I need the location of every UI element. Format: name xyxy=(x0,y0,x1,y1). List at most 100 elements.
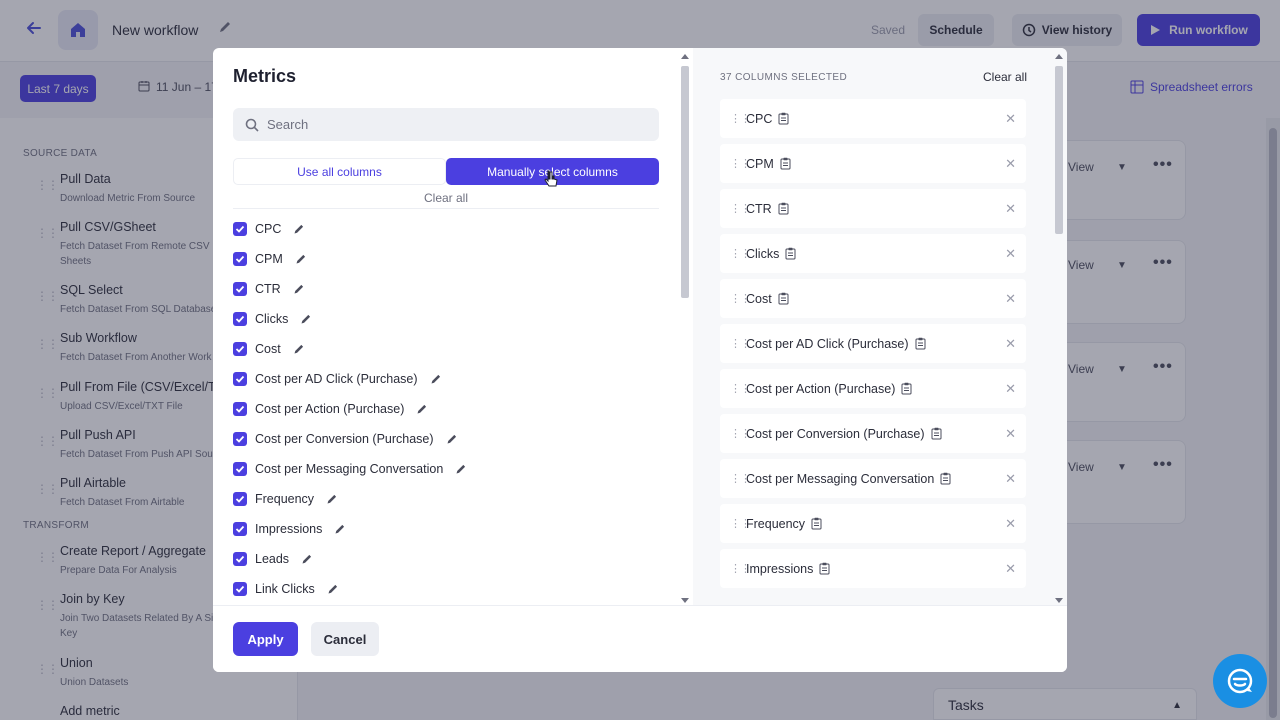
metric-row[interactable]: CPM xyxy=(233,244,663,274)
clipboard-icon[interactable] xyxy=(819,562,830,575)
metric-label: Leads xyxy=(255,552,290,566)
scrollbar-thumb[interactable] xyxy=(1055,66,1063,234)
drag-handle-icon[interactable]: ⋮⋮ xyxy=(720,382,751,395)
clipboard-icon[interactable] xyxy=(915,337,926,350)
metric-row[interactable]: Frequency xyxy=(233,484,663,514)
metrics-list-scrollbar[interactable] xyxy=(679,52,691,605)
remove-icon[interactable]: ✕ xyxy=(1005,381,1016,397)
drag-handle-icon[interactable]: ⋮⋮ xyxy=(720,247,751,260)
pencil-icon[interactable] xyxy=(327,583,339,595)
scroll-down-arrow-icon[interactable] xyxy=(681,598,689,603)
pencil-icon[interactable] xyxy=(326,493,338,505)
pencil-icon[interactable] xyxy=(455,463,467,475)
selected-list-scrollbar[interactable] xyxy=(1053,52,1065,605)
metric-row[interactable]: Cost per AD Click (Purchase) xyxy=(233,364,663,394)
clipboard-icon[interactable] xyxy=(811,517,822,530)
metric-row[interactable]: Leads xyxy=(233,544,663,574)
checkbox-checked[interactable] xyxy=(233,582,247,596)
drag-handle-icon[interactable]: ⋮⋮ xyxy=(720,112,751,125)
remove-icon[interactable]: ✕ xyxy=(1005,336,1016,352)
clipboard-icon[interactable] xyxy=(785,247,796,260)
pencil-icon[interactable] xyxy=(446,433,458,445)
clipboard-icon[interactable] xyxy=(931,427,942,440)
clipboard-icon[interactable] xyxy=(901,382,912,395)
pencil-icon[interactable] xyxy=(430,373,442,385)
metric-row[interactable]: CPC xyxy=(233,214,663,244)
pencil-icon[interactable] xyxy=(334,523,346,535)
chat-support-button[interactable] xyxy=(1213,654,1267,708)
remove-icon[interactable]: ✕ xyxy=(1005,246,1016,262)
checkbox-checked[interactable] xyxy=(233,552,247,566)
remove-icon[interactable]: ✕ xyxy=(1005,561,1016,577)
remove-icon[interactable]: ✕ xyxy=(1005,156,1016,172)
pencil-icon[interactable] xyxy=(293,343,305,355)
selected-column-item[interactable]: ⋮⋮ CTR ✕ xyxy=(720,189,1026,228)
remove-icon[interactable]: ✕ xyxy=(1005,291,1016,307)
remove-icon[interactable]: ✕ xyxy=(1005,111,1016,127)
clipboard-icon[interactable] xyxy=(780,157,791,170)
cancel-button[interactable]: Cancel xyxy=(311,622,379,656)
checkbox-checked[interactable] xyxy=(233,492,247,506)
checkbox-checked[interactable] xyxy=(233,402,247,416)
drag-handle-icon[interactable]: ⋮⋮ xyxy=(720,472,751,485)
drag-handle-icon[interactable]: ⋮⋮ xyxy=(720,427,751,440)
remove-icon[interactable]: ✕ xyxy=(1005,201,1016,217)
checkbox-checked[interactable] xyxy=(233,342,247,356)
checkbox-checked[interactable] xyxy=(233,282,247,296)
metric-row[interactable]: Cost per Conversion (Purchase) xyxy=(233,424,663,454)
pencil-icon[interactable] xyxy=(293,223,305,235)
pencil-icon[interactable] xyxy=(301,553,313,565)
metric-row[interactable]: Cost per Action (Purchase) xyxy=(233,394,663,424)
drag-handle-icon[interactable]: ⋮⋮ xyxy=(720,562,751,575)
checkbox-checked[interactable] xyxy=(233,522,247,536)
search-input[interactable] xyxy=(267,117,637,132)
checkbox-checked[interactable] xyxy=(233,222,247,236)
checkbox-checked[interactable] xyxy=(233,312,247,326)
selected-column-item[interactable]: ⋮⋮ Impressions ✕ xyxy=(720,549,1026,588)
pencil-icon[interactable] xyxy=(416,403,428,415)
checkbox-checked[interactable] xyxy=(233,462,247,476)
drag-handle-icon[interactable]: ⋮⋮ xyxy=(720,337,751,350)
clipboard-icon[interactable] xyxy=(940,472,951,485)
remove-icon[interactable]: ✕ xyxy=(1005,426,1016,442)
selected-column-item[interactable]: ⋮⋮ Clicks ✕ xyxy=(720,234,1026,273)
metric-row[interactable]: Clicks xyxy=(233,304,663,334)
metric-row[interactable]: Link Clicks xyxy=(233,574,663,604)
metric-row[interactable]: Cost per Messaging Conversation xyxy=(233,454,663,484)
scrollbar-thumb[interactable] xyxy=(681,66,689,298)
selected-column-item[interactable]: ⋮⋮ Cost per Action (Purchase) ✕ xyxy=(720,369,1026,408)
pencil-icon[interactable] xyxy=(300,313,312,325)
checkbox-checked[interactable] xyxy=(233,432,247,446)
clear-all-selected-button[interactable]: Clear all xyxy=(983,70,1027,84)
clipboard-icon[interactable] xyxy=(778,112,789,125)
clipboard-icon[interactable] xyxy=(778,292,789,305)
pencil-icon[interactable] xyxy=(293,283,305,295)
metric-row[interactable]: Impressions xyxy=(233,514,663,544)
apply-button[interactable]: Apply xyxy=(233,622,298,656)
selected-column-item[interactable]: ⋮⋮ Cost per Messaging Conversation ✕ xyxy=(720,459,1026,498)
drag-handle-icon[interactable]: ⋮⋮ xyxy=(720,517,751,530)
search-field[interactable] xyxy=(233,108,659,141)
drag-handle-icon[interactable]: ⋮⋮ xyxy=(720,157,751,170)
scroll-down-arrow-icon[interactable] xyxy=(1055,598,1063,603)
selected-column-item[interactable]: ⋮⋮ Cost per Conversion (Purchase) ✕ xyxy=(720,414,1026,453)
selected-column-item[interactable]: ⋮⋮ CPC ✕ xyxy=(720,99,1026,138)
remove-icon[interactable]: ✕ xyxy=(1005,516,1016,532)
checkbox-checked[interactable] xyxy=(233,252,247,266)
scroll-up-arrow-icon[interactable] xyxy=(681,54,689,59)
selected-column-item[interactable]: ⋮⋮ Cost per AD Click (Purchase) ✕ xyxy=(720,324,1026,363)
metric-row[interactable]: Cost xyxy=(233,334,663,364)
remove-icon[interactable]: ✕ xyxy=(1005,471,1016,487)
clipboard-icon[interactable] xyxy=(778,202,789,215)
selected-column-item[interactable]: ⋮⋮ Cost ✕ xyxy=(720,279,1026,318)
selected-column-item[interactable]: ⋮⋮ CPM ✕ xyxy=(720,144,1026,183)
pencil-icon[interactable] xyxy=(295,253,307,265)
scroll-up-arrow-icon[interactable] xyxy=(1055,54,1063,59)
use-all-columns-option[interactable]: Use all columns xyxy=(233,158,446,185)
drag-handle-icon[interactable]: ⋮⋮ xyxy=(720,292,751,305)
clear-all-link[interactable]: Clear all xyxy=(233,191,659,205)
checkbox-checked[interactable] xyxy=(233,372,247,386)
metric-row[interactable]: CTR xyxy=(233,274,663,304)
selected-column-item[interactable]: ⋮⋮ Frequency ✕ xyxy=(720,504,1026,543)
drag-handle-icon[interactable]: ⋮⋮ xyxy=(720,202,751,215)
